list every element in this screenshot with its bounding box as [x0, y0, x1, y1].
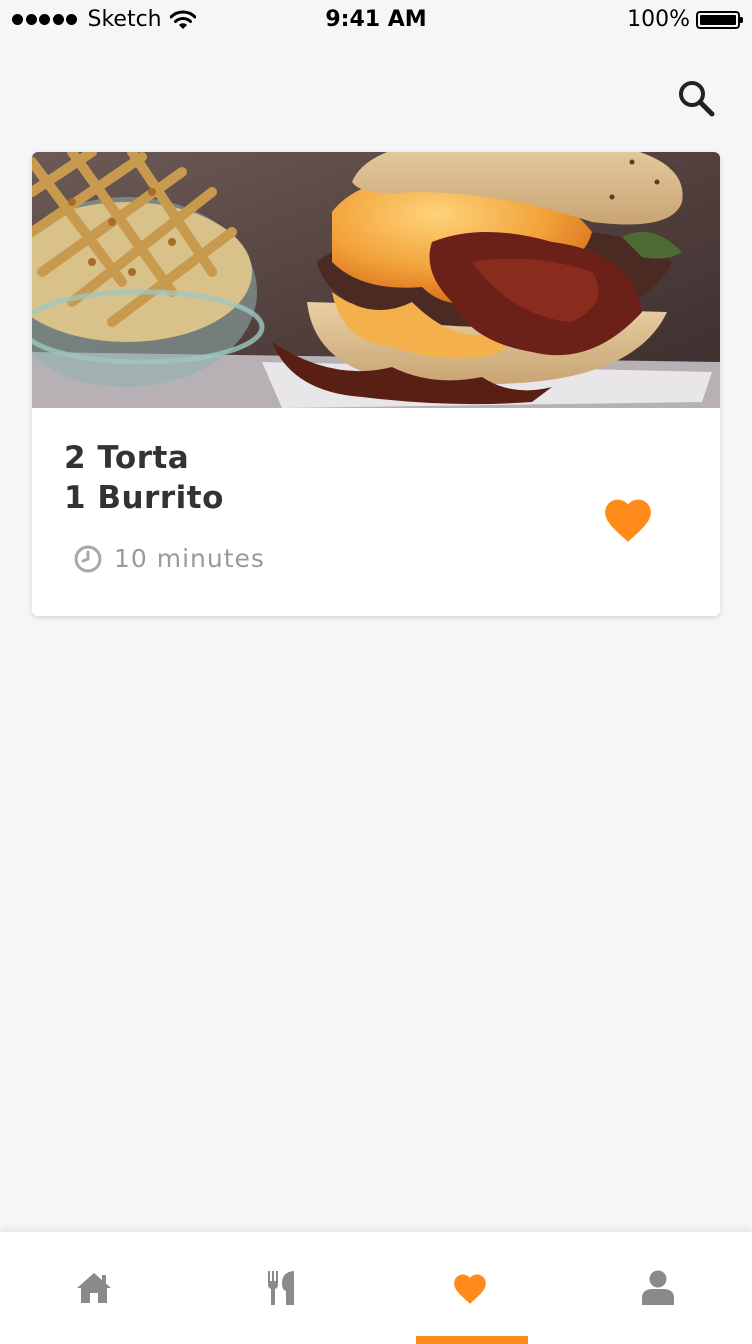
battery-percentage: 100% [627, 7, 690, 32]
search-button[interactable] [672, 74, 720, 122]
recipe-title-line-1: 2 Torta [64, 440, 190, 476]
user-icon [642, 1270, 674, 1305]
recipe-title-line-2: 1 Burrito [64, 480, 224, 516]
favorite-button[interactable] [598, 492, 658, 546]
heart-icon [454, 1274, 486, 1304]
tab-menu[interactable] [188, 1232, 376, 1344]
cook-time-label: 10 minutes [114, 544, 265, 573]
search-icon [679, 81, 715, 117]
status-bar: Sketch 9:41 AM 100% [0, 0, 752, 40]
tab-favorites[interactable] [376, 1232, 564, 1344]
recipe-card[interactable]: 2 Torta 1 Burrito 10 minutes [32, 152, 720, 616]
cook-time: 10 minutes [74, 544, 265, 573]
bottom-tab-bar [0, 1232, 752, 1344]
active-tab-indicator [416, 1336, 528, 1344]
heart-icon [605, 499, 651, 542]
tab-profile[interactable] [564, 1232, 752, 1344]
clock-icon [74, 545, 102, 572]
cutlery-icon [268, 1271, 294, 1305]
home-icon [77, 1273, 111, 1303]
burger-and-fries-photo [32, 152, 720, 408]
tab-home[interactable] [0, 1232, 188, 1344]
battery-icon [696, 10, 743, 29]
recipe-title: 2 Torta 1 Burrito [64, 438, 544, 518]
status-right: 100% [627, 7, 743, 32]
